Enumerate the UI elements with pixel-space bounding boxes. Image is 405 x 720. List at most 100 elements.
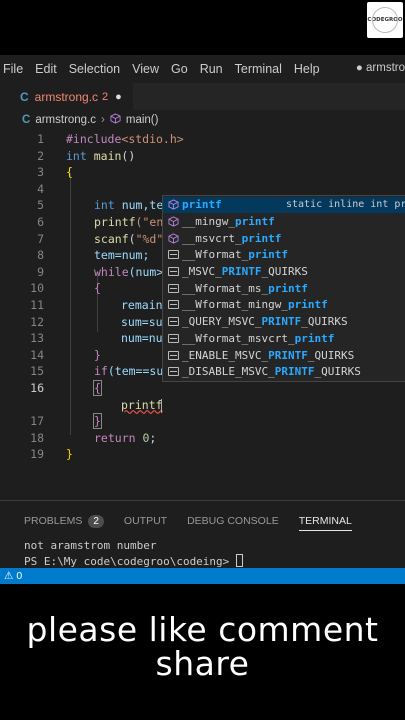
code-token: tem=num; [94,248,150,263]
suggestion-label: __Wformat_printf [182,248,288,262]
tab-problem-count: 2 [102,90,109,103]
code-token: int [94,198,115,213]
video-top-band [0,0,405,55]
code-line: 16 { [0,380,405,398]
terminal-prompt[interactable]: PS E:\My code\codegroo\codeing> [24,554,243,568]
code-token: return [94,430,136,445]
bottom-panel: PROBLEMS 2 OUTPUT DEBUG CONSOLE TERMINAL … [0,500,405,568]
menu-bar: File Edit Selection View Go Run Terminal… [0,55,405,83]
suggestion-label: __msvcrt_printf [182,231,282,245]
suggestion-detail: static inline int pri [286,199,405,211]
editor-tab-bar: C armstrong.c 2 ● [0,83,405,110]
suggestion-label: __Wformat_ms_printf [182,281,308,295]
code-token: } [66,447,73,462]
code-token: { [93,380,102,396]
field-icon [164,250,182,260]
code-token: remain [121,298,163,312]
autocomplete-list[interactable]: printf static inline int pri __mingw_print… [162,195,405,382]
line-number: 9 [37,264,44,279]
code-token: ; [149,430,157,445]
tab-output[interactable]: OUTPUT [124,515,167,527]
code-token: scanf [94,231,129,246]
field-icon [164,367,182,377]
code-token: "%d" [135,231,164,246]
suggestion-label: printf [182,198,222,212]
menu-help[interactable]: Help [290,62,328,76]
code-token: if [94,364,108,379]
code-line: 19} [0,447,405,464]
line-number: 2 [37,148,44,163]
menu-edit[interactable]: Edit [31,62,65,76]
menu-run[interactable]: Run [196,62,231,76]
field-icon [164,300,182,310]
line-number: 12 [30,314,44,329]
code-token: sum=su [121,314,163,329]
line-number: 14 [30,347,44,362]
line-number: 3 [37,165,44,180]
warning-icon[interactable]: ⚠ [4,570,13,582]
field-icon [164,333,182,343]
code-token: } [94,347,101,362]
cube-icon [164,233,182,244]
menu-go[interactable]: Go [167,62,196,76]
suggestion-item[interactable]: __mingw_printf [163,213,405,230]
menu-selection[interactable]: Selection [65,62,128,76]
menu-terminal[interactable]: Terminal [231,62,290,76]
unsaved-dot-icon[interactable]: ● [115,91,122,103]
menu-view[interactable]: View [128,62,167,76]
code-token: main [93,148,122,163]
menu-file[interactable]: File [0,62,31,76]
code-token: (tem==su [107,364,164,379]
suggestion-item[interactable]: printf static inline int pri [163,196,405,214]
suggestion-label: __mingw_printf [182,214,275,228]
cube-icon [164,216,182,227]
suggestion-item[interactable]: __Wformat_msvcrt_printf [163,330,405,347]
tab-problems[interactable]: PROBLEMS 2 [24,514,104,528]
field-icon [164,267,182,277]
breadcrumb-separator: › [101,114,105,126]
warning-count[interactable]: 0 [16,570,22,582]
line-number-active: 16 [30,381,44,395]
tab-problems-label: PROBLEMS [24,515,83,527]
suggestion-item[interactable]: __msvcrt_printf [163,230,405,247]
code-token: () [121,148,136,163]
line-number: 8 [37,248,44,263]
code-token: while [94,264,129,279]
code-line: 17} [0,413,405,431]
breadcrumb: C armstrong.c › main() [22,113,158,127]
code-token: (num> [128,264,164,279]
breadcrumb-file[interactable]: armstrong.c [35,114,96,126]
field-icon [164,283,182,293]
tab-armstrong-c[interactable]: C armstrong.c 2 ● [0,83,133,110]
suggestion-item[interactable]: _DISABLE_MSVC_PRINTF_QUIRKS [163,364,405,381]
suggestion-item[interactable]: __Wformat_printf [163,247,405,264]
code-token: ("en [135,215,164,229]
logo-text: CODEGROO [367,17,403,23]
suggestion-item[interactable]: _MSVC_PRINTF_QUIRKS [163,263,405,280]
tab-terminal[interactable]: TERMINAL [298,515,352,531]
suggestion-item[interactable]: __Wformat_ms_printf [163,280,405,297]
cube-icon [164,199,182,210]
code-token: printf [121,397,163,412]
line-number: 10 [30,281,44,296]
code-token: num=nu [121,331,163,346]
panel-tabs: PROBLEMS 2 OUTPUT DEBUG CONSOLE TERMINAL [24,511,372,531]
caption-line-1: please like comment [26,610,379,649]
suggestion-label: __Wformat_msvcrt_printf [182,331,335,345]
breadcrumb-symbol[interactable]: main() [126,114,159,126]
field-icon [164,317,182,327]
line-number: 1 [37,132,44,146]
code-token: #include [66,132,122,146]
suggestion-label: _ENABLE_MSVC_PRINTF_QUIRKS [182,348,355,362]
code-line: 16printf [0,398,405,415]
c-file-icon: C [20,89,29,104]
channel-logo: CODEGROO [367,2,403,38]
suggestion-item[interactable]: __Wformat_mingw_printf [163,297,405,314]
line-number: 6 [37,215,44,229]
suggestion-label: __Wformat_mingw_printf [182,298,328,312]
text-cursor [161,398,162,413]
cube-icon [110,113,121,127]
suggestion-item[interactable]: _QUERY_MSVC_PRINTF_QUIRKS [163,313,405,330]
suggestion-item[interactable]: _ENABLE_MSVC_PRINTF_QUIRKS [163,347,405,364]
tab-debug-console[interactable]: DEBUG CONSOLE [187,515,279,527]
